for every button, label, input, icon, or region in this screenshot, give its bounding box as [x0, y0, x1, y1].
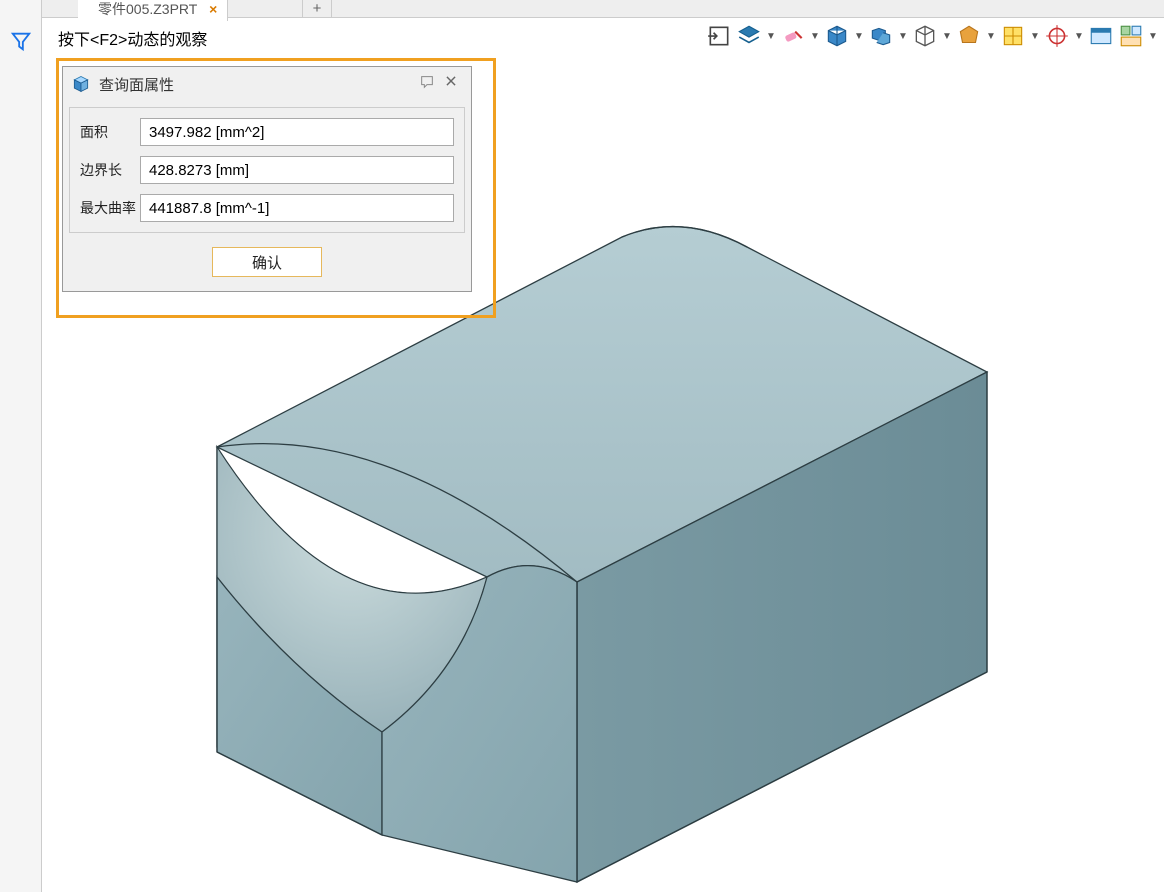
erase-icon[interactable] — [780, 23, 806, 49]
cube-wire-icon[interactable] — [912, 23, 938, 49]
view-toolbar: ▼ ▼ ▼ ▼ ▼ ▼ ▼ ▼ ▼ — [706, 18, 1158, 54]
confirm-button[interactable]: 确认 — [212, 247, 322, 277]
hint-text: 按下<F2>动态的观察 — [58, 26, 207, 50]
polygon-icon[interactable] — [956, 23, 982, 49]
layout-icon[interactable] — [1118, 23, 1144, 49]
area-value[interactable]: 3497.982 [mm^2] — [140, 118, 454, 146]
cube-blue-icon[interactable] — [824, 23, 850, 49]
max-curvature-value[interactable]: 441887.8 [mm^-1] — [140, 194, 454, 222]
tab-close-icon[interactable]: × — [209, 1, 217, 17]
perimeter-label: 边界长 — [80, 160, 140, 180]
window-icon[interactable] — [1088, 23, 1114, 49]
dropdown-icon[interactable]: ▼ — [1030, 31, 1040, 42]
area-label: 面积 — [80, 122, 140, 142]
dropdown-icon[interactable]: ▼ — [1148, 31, 1158, 42]
dialog-titlebar[interactable]: 查询面属性 — [63, 67, 471, 101]
perimeter-value[interactable]: 428.8273 [mm] — [140, 156, 454, 184]
close-icon[interactable] — [439, 74, 463, 94]
face-select-icon[interactable] — [1000, 23, 1026, 49]
layers-icon[interactable] — [736, 23, 762, 49]
cube-icon — [71, 74, 91, 94]
face-properties-dialog: 查询面属性 面积 3497.982 [mm^2] 边界长 428.8273 [m… — [62, 66, 472, 292]
dropdown-icon[interactable]: ▼ — [986, 31, 996, 42]
new-tab-button[interactable]: + — [302, 0, 332, 17]
cube-stack-icon[interactable] — [868, 23, 894, 49]
dropdown-icon[interactable]: ▼ — [766, 31, 776, 42]
max-curvature-label: 最大曲率 — [80, 198, 140, 218]
dropdown-icon[interactable]: ▼ — [810, 31, 820, 42]
feedback-icon[interactable] — [415, 74, 439, 94]
import-icon[interactable] — [706, 23, 732, 49]
dropdown-icon[interactable]: ▼ — [942, 31, 952, 42]
tab-strip: 零件005.Z3PRT × + — [42, 0, 1164, 18]
tab-label: 零件005.Z3PRT — [98, 1, 197, 17]
dropdown-icon[interactable]: ▼ — [1074, 31, 1084, 42]
target-icon[interactable] — [1044, 23, 1070, 49]
filter-icon[interactable] — [10, 30, 32, 52]
dropdown-icon[interactable]: ▼ — [854, 31, 864, 42]
document-tab[interactable]: 零件005.Z3PRT × — [78, 0, 228, 21]
dialog-title: 查询面属性 — [99, 74, 415, 95]
dialog-body: 面积 3497.982 [mm^2] 边界长 428.8273 [mm] 最大曲… — [69, 107, 465, 233]
left-sidebar — [0, 0, 42, 892]
dropdown-icon[interactable]: ▼ — [898, 31, 908, 42]
